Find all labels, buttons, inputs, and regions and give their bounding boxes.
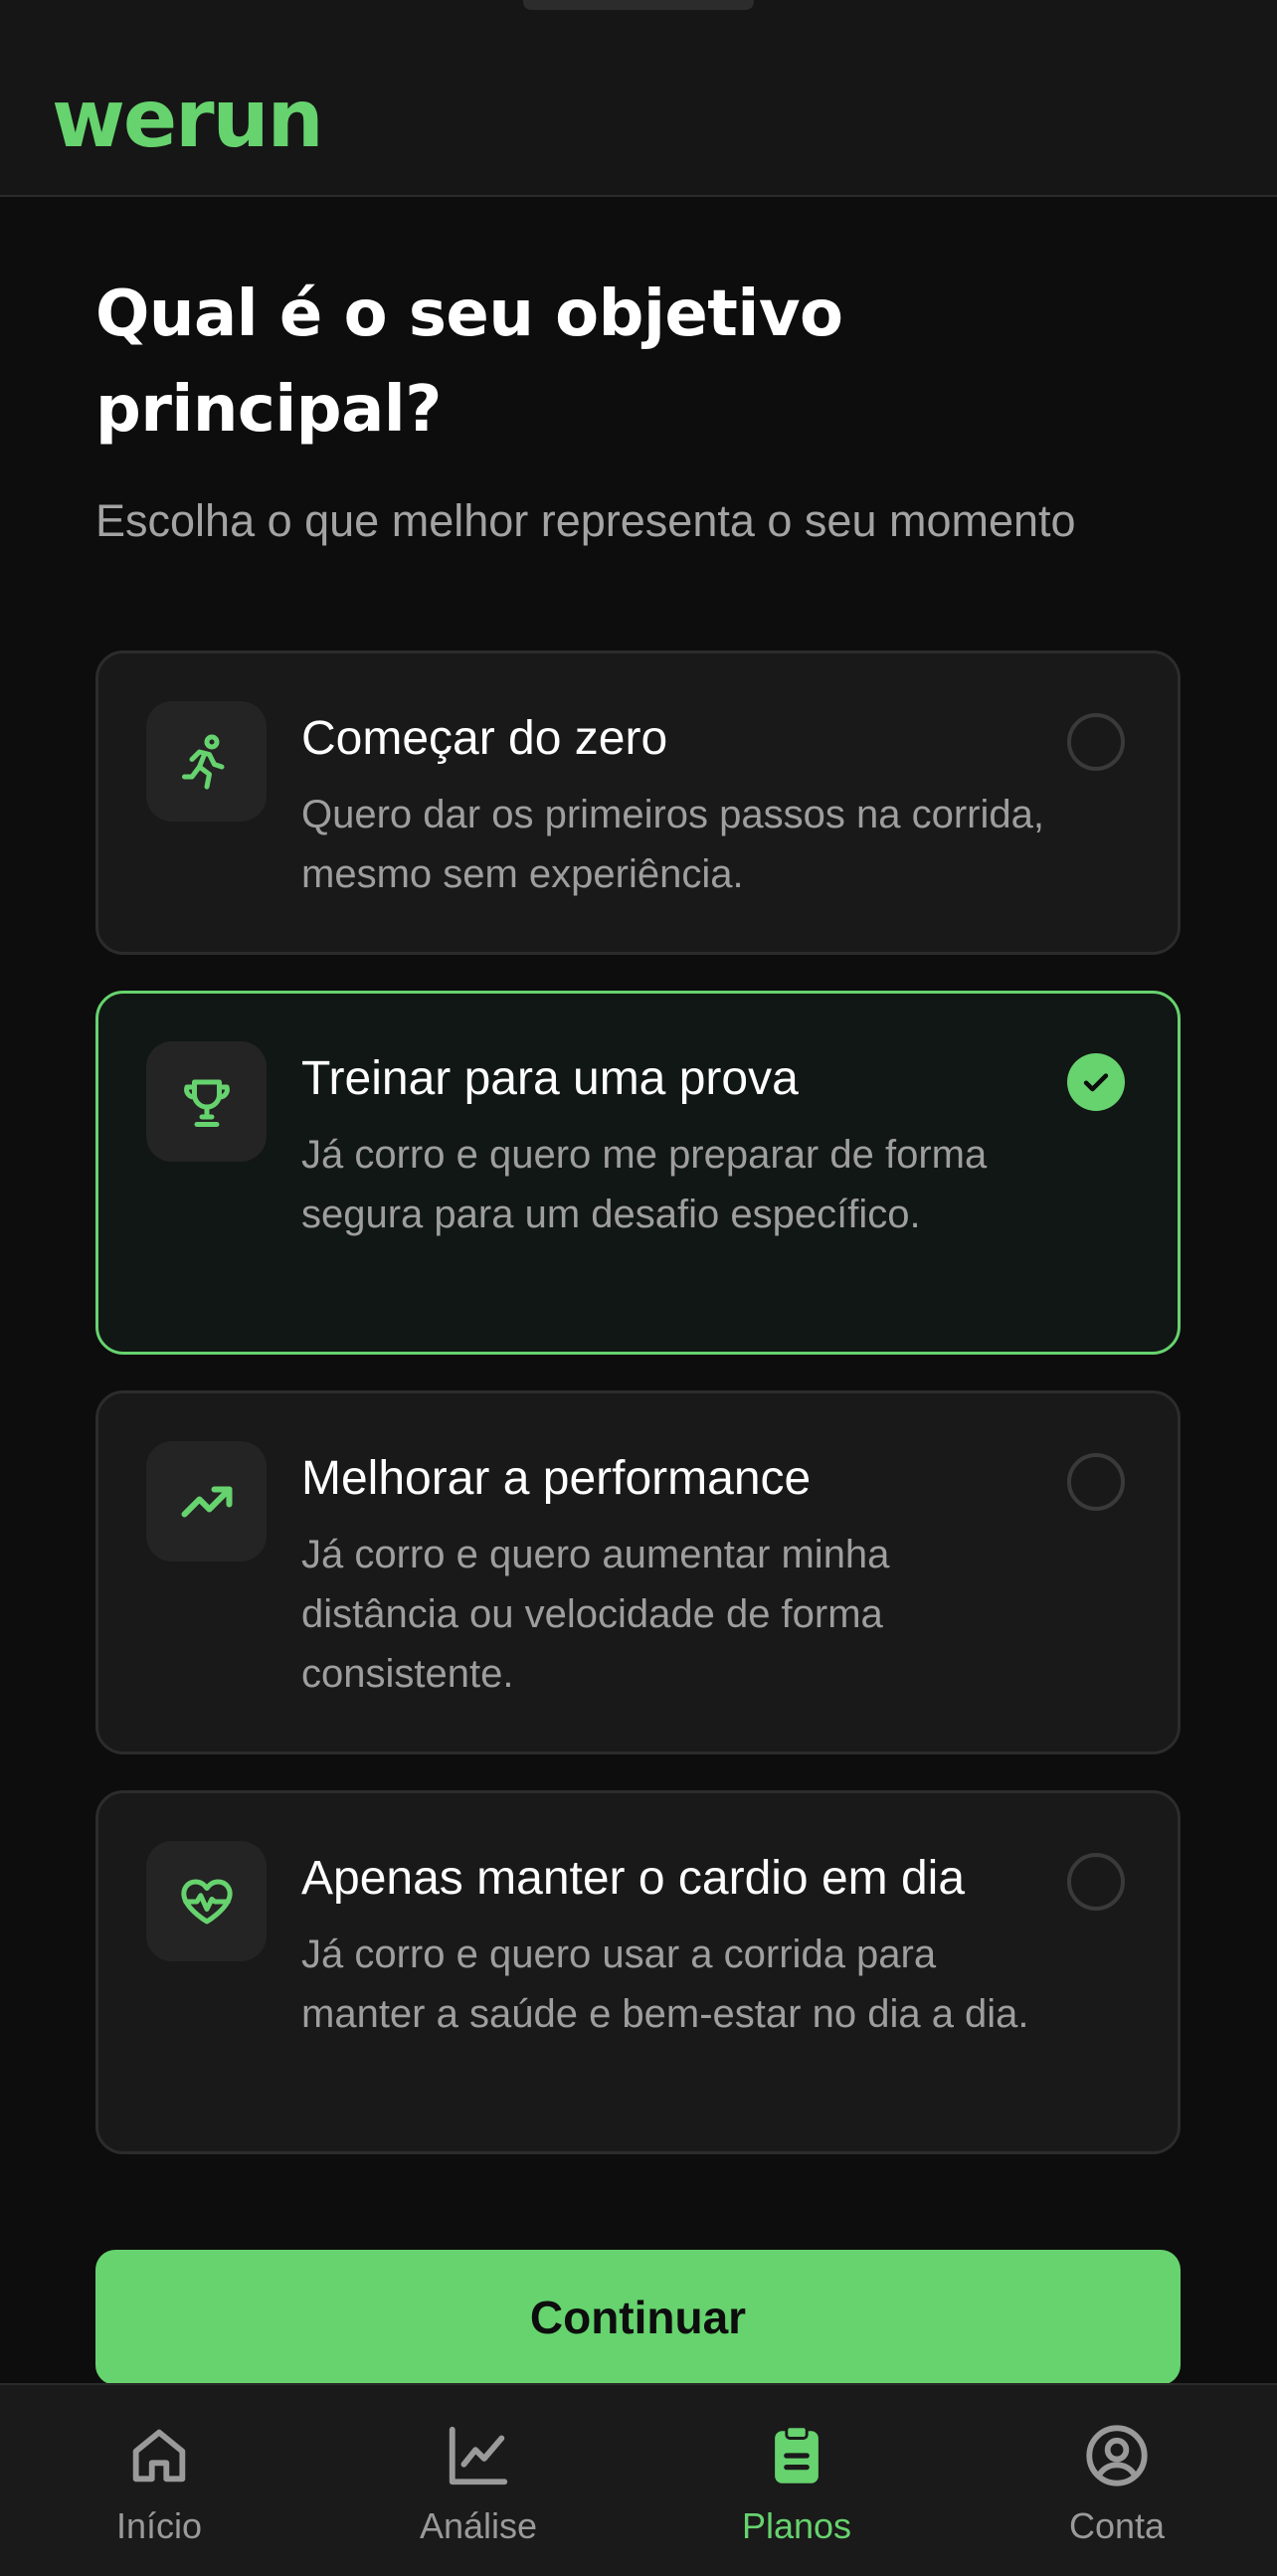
option-description: Já corro e quero aumentar minha distânci… xyxy=(301,1533,890,1696)
option-title: Apenas manter o cardio em dia xyxy=(301,1852,966,1905)
option-icon-box xyxy=(146,701,267,822)
option-card-maintain-cardio[interactable]: Apenas manter o cardio em dia Já corro e… xyxy=(95,1790,1181,2154)
option-card-train-for-race[interactable]: Treinar para uma prova Já corro e quero … xyxy=(95,991,1181,1355)
app-screen: werun Qual é o seu objetivo principal? E… xyxy=(0,0,1277,2576)
home-icon xyxy=(132,2429,186,2483)
option-title: Começar do zero xyxy=(301,712,668,765)
nav-label: Início xyxy=(115,2505,203,2546)
nav-item-analise[interactable]: Análise xyxy=(379,2385,578,2576)
continue-button[interactable]: Continuar xyxy=(95,2250,1181,2385)
user-circle-icon xyxy=(1086,2425,1148,2486)
nav-label: Conta xyxy=(1068,2505,1166,2546)
nav-label: Análise xyxy=(419,2505,538,2546)
nav-item-planos[interactable]: Planos xyxy=(697,2385,896,2576)
nav-label: Planos xyxy=(741,2505,852,2546)
clipboard-icon xyxy=(775,2425,819,2484)
option-card-improve-performance[interactable]: Melhorar a performance Já corro e quero … xyxy=(95,1390,1181,1754)
nav-item-conta[interactable]: Conta xyxy=(1017,2385,1216,2576)
option-radio[interactable] xyxy=(1067,1853,1125,1911)
option-radio[interactable] xyxy=(1067,713,1125,771)
heart-pulse-icon xyxy=(180,1879,233,1924)
trending-up-icon xyxy=(181,1486,232,1517)
option-icon-box xyxy=(146,1441,267,1562)
option-description: Já corro e quero usar a corrida para man… xyxy=(301,1932,1029,2036)
trophy-icon xyxy=(183,1079,230,1127)
page-subtitle: Escolha o que melhor representa o seu mo… xyxy=(95,495,1076,546)
check-icon xyxy=(1083,1073,1109,1092)
top-bar: werun xyxy=(0,0,1277,197)
running-person-icon xyxy=(181,734,224,789)
option-radio[interactable] xyxy=(1067,1453,1125,1511)
option-title: Treinar para uma prova xyxy=(301,1052,799,1105)
option-description: Já corro e quero me preparar de forma se… xyxy=(301,1133,988,1236)
option-title: Melhorar a performance xyxy=(301,1452,812,1505)
option-icon-box xyxy=(146,1041,267,1162)
bottom-navigation: Início Análise Planos Conta xyxy=(0,2383,1277,2576)
page-title: Qual é o seu objetivo principal? xyxy=(95,277,843,447)
option-icon-box xyxy=(146,1841,267,1961)
option-card-start-from-zero[interactable]: Começar do zero Quero dar os primeiros p… xyxy=(95,650,1181,955)
nav-item-inicio[interactable]: Início xyxy=(60,2385,259,2576)
option-description: Quero dar os primeiros passos na corrida… xyxy=(301,793,1044,896)
app-logo: werun xyxy=(52,73,324,165)
drag-handle[interactable] xyxy=(523,0,754,10)
option-radio-checked[interactable] xyxy=(1067,1053,1125,1111)
chart-icon xyxy=(449,2426,508,2485)
